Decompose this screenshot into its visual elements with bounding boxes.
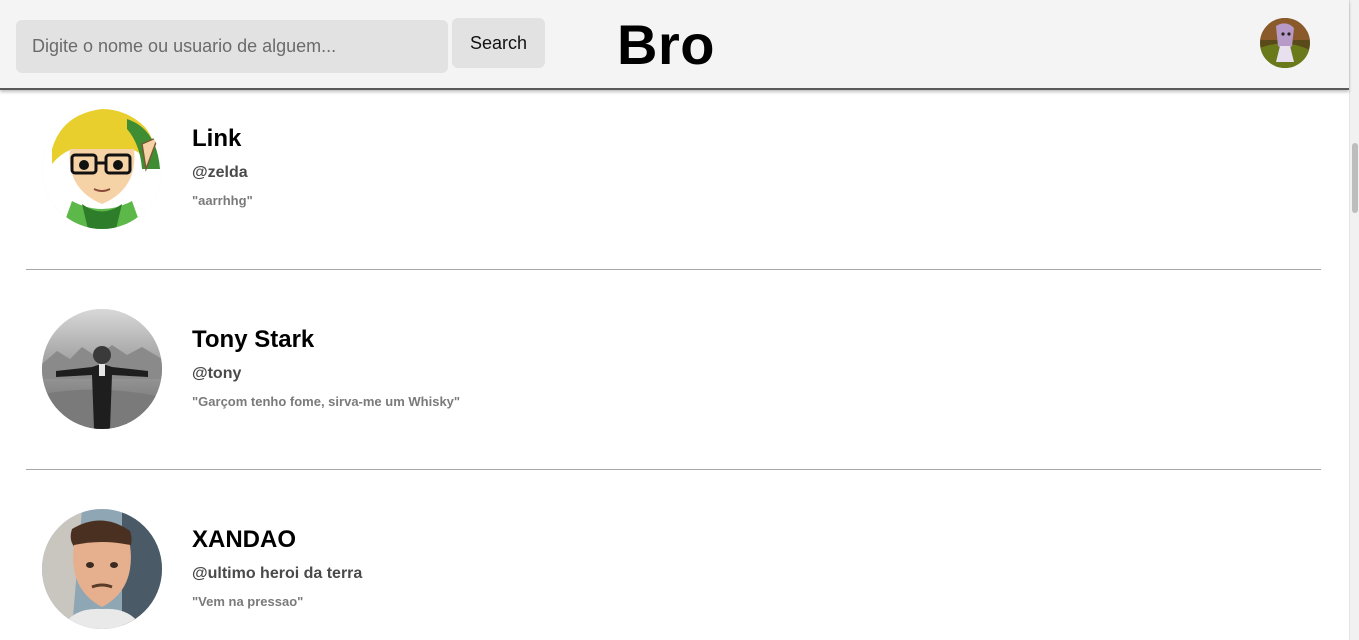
- profile-avatar-icon[interactable]: [1260, 18, 1310, 68]
- user-card[interactable]: Tony Stark @tony "Garçom tenho fome, sir…: [26, 269, 1321, 469]
- user-quote: "Garçom tenho fome, sirva-me um Whisky": [192, 394, 461, 409]
- user-quote: "aarrhhg": [192, 193, 253, 208]
- user-handle[interactable]: @ultimo heroi da terra: [192, 564, 362, 584]
- grayscale-photo-avatar-icon[interactable]: [42, 309, 162, 429]
- user-handle[interactable]: @tony: [192, 364, 241, 384]
- app-viewport: Link @zelda "aarrhhg" Tony Stark @tony "…: [0, 0, 1359, 640]
- search-input[interactable]: [16, 20, 448, 73]
- user-handle[interactable]: @zelda: [192, 163, 248, 183]
- user-name[interactable]: Link: [192, 125, 241, 153]
- scrollbar[interactable]: [1349, 0, 1359, 640]
- user-name[interactable]: Tony Stark: [192, 326, 314, 354]
- scrollbar-thumb[interactable]: [1352, 143, 1358, 213]
- user-name[interactable]: XANDAO: [192, 526, 296, 554]
- user-quote: "Vem na pressao": [192, 594, 304, 609]
- user-card[interactable]: Link @zelda "aarrhhg": [26, 69, 1321, 269]
- top-header: Search Bro: [0, 0, 1349, 90]
- cartoon-elf-avatar-icon[interactable]: [42, 109, 162, 229]
- user-card[interactable]: XANDAO @ultimo heroi da terra "Vem na pr…: [26, 469, 1321, 640]
- selfie-photo-avatar-icon[interactable]: [42, 509, 162, 629]
- brand-logo[interactable]: Bro: [617, 12, 715, 78]
- search-button[interactable]: Search: [452, 18, 545, 68]
